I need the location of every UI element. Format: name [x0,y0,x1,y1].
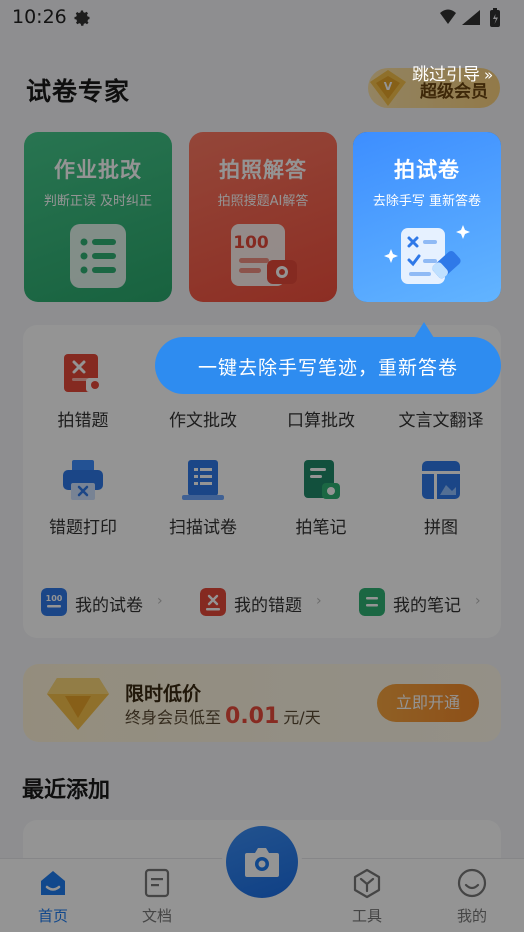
guide-tooltip: 一键去除手写笔迹，重新答卷 [155,337,501,394]
erase-exam-illustration-icon [384,225,470,284]
tooltip-text: 一键去除手写笔迹，重新答卷 [197,357,458,379]
skip-label: 跳过引导 [412,65,480,85]
card-subtitle: 去除手写 重新答卷 [372,194,482,209]
double-chevron-icon: » [484,66,494,84]
tooltip-arrow [414,322,434,338]
highlighted-photo-exam-card[interactable]: 拍试卷 去除手写 重新答卷 [353,132,501,302]
skip-guide-button[interactable]: 跳过引导» [412,60,493,85]
card-title: 拍试卷 [394,158,460,182]
